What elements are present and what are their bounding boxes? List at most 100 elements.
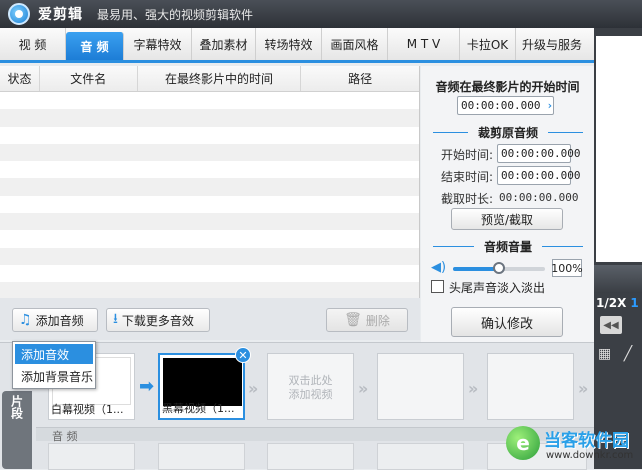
trim-end-input[interactable]: 00:00:00.000 <box>497 166 580 185</box>
title-bar: 爱剪辑 最易用、强大的视频剪辑软件 <box>0 0 642 28</box>
audio-track-slot[interactable] <box>377 443 464 470</box>
menu-item-add-background-music[interactable]: 添加背景音乐 <box>15 366 93 386</box>
preview-trim-button[interactable]: 预览/截取 <box>451 208 563 230</box>
volume-title-text: 音频音量 <box>484 240 533 254</box>
main-tab-bar: 视 频 音 频 字幕特效 叠加素材 转场特效 画面风格 M T V 卡拉OK 升… <box>0 28 594 63</box>
add-hint-line1: 双击此处 <box>288 374 333 387</box>
tab-karaoke[interactable]: 卡拉OK <box>460 28 516 60</box>
list-row[interactable] <box>0 265 419 282</box>
list-row[interactable] <box>0 161 419 178</box>
add-video-slot[interactable]: 双击此处 添加视频 <box>267 353 354 420</box>
preview-panel: 1/2X 1 ◀◀ ▦ ╱ <box>594 28 642 469</box>
delete-button[interactable]: 🗑 删除 <box>326 308 408 332</box>
list-row[interactable] <box>0 178 419 196</box>
chevron-right-icon[interactable]: › <box>546 99 553 112</box>
watermark-name: 当客软件园 <box>544 431 629 451</box>
start-time-title: 音频在最终影片的开始时间 <box>435 80 580 94</box>
list-row[interactable] <box>0 127 419 144</box>
site-watermark: e 当客软件园 www.downkr.com <box>506 424 640 469</box>
clip-caption: 白幕视频（1... <box>51 403 124 416</box>
add-video-hint: 双击此处 添加视频 <box>268 374 353 402</box>
download-more-sounds-button[interactable]: ⭳ 下载更多音效 <box>106 308 210 332</box>
close-icon[interactable]: ✕ <box>235 347 251 363</box>
double-chevron-icon: » <box>248 379 259 398</box>
tab-mtv[interactable]: M T V <box>388 28 460 60</box>
trim-section-title: 裁剪原音频 <box>433 124 584 141</box>
volume-section-title: 音频音量 <box>433 238 584 255</box>
tab-transitions[interactable]: 转场特效 <box>256 28 322 60</box>
toolbar-icons: ▦ ╱ <box>598 346 632 362</box>
duration-value: 00:00:00.000 <box>499 191 579 204</box>
trim-end-label: 结束时间: <box>441 170 494 184</box>
column-status[interactable]: 状态 <box>0 66 40 91</box>
audio-track-slot[interactable] <box>267 443 354 470</box>
confirm-changes-button[interactable]: 确认修改 <box>451 307 563 337</box>
watermark-url: www.downkr.com <box>546 450 634 461</box>
tab-upgrade-service[interactable]: 升级与服务 <box>516 28 588 60</box>
list-row[interactable] <box>0 213 419 231</box>
empty-clip-slot[interactable] <box>487 353 574 420</box>
menu-item-add-sound-effect[interactable]: 添加音效 <box>15 344 93 364</box>
download-icon: ⭳ <box>113 311 118 327</box>
speaker-icon: ◀) <box>431 260 447 275</box>
app-logo-icon <box>8 3 30 25</box>
audio-track-slot[interactable] <box>48 443 135 470</box>
app-slogan: 最易用、强大的视频剪辑软件 <box>97 7 254 22</box>
list-row[interactable] <box>0 230 419 247</box>
watermark-logo-icon: e <box>506 426 540 460</box>
new-icon[interactable]: ▦ <box>598 346 611 362</box>
trash-icon: 🗑 <box>344 312 362 328</box>
list-row[interactable] <box>0 109 419 127</box>
empty-clip-slot[interactable] <box>377 353 464 420</box>
double-chevron-icon: » <box>468 379 479 398</box>
add-audio-menu: 添加音效 添加背景音乐 <box>12 341 96 389</box>
clip-caption: 黑幕视频（1... <box>162 402 235 415</box>
list-row[interactable] <box>0 92 419 109</box>
volume-slider[interactable] <box>453 262 545 274</box>
clips-side-tab[interactable]: 片段 <box>2 391 32 469</box>
start-time-input[interactable]: 00:00:00.000 › <box>457 96 554 115</box>
tab-subtitle-effects[interactable]: 字幕特效 <box>124 28 192 60</box>
clip-thumbnail <box>163 358 242 406</box>
trim-start-input[interactable]: 00:00:00.000 <box>497 144 580 163</box>
double-chevron-icon: » <box>358 379 369 398</box>
audio-track-slot[interactable] <box>158 443 245 470</box>
tab-audio[interactable]: 音 频 <box>66 32 124 60</box>
column-filename[interactable]: 文件名 <box>40 66 138 91</box>
column-path[interactable]: 路径 <box>301 66 419 91</box>
volume-value-input[interactable]: 100% <box>551 259 583 277</box>
music-add-icon: ♫ <box>19 312 32 328</box>
tab-overlay[interactable]: 叠加素材 <box>192 28 256 60</box>
tab-picture-style[interactable]: 画面风格 <box>322 28 388 60</box>
add-audio-button[interactable]: ♫ 添加音频 <box>12 308 98 332</box>
timeline-clip[interactable]: 黑幕视频（1... ✕ <box>158 347 251 420</box>
preview-screen <box>596 36 642 262</box>
download-more-label: 下载更多音效 <box>121 313 194 328</box>
preview-progress-bar[interactable] <box>594 265 642 293</box>
list-row[interactable] <box>0 143 419 162</box>
cut-icon[interactable]: ╱ <box>624 346 632 362</box>
duration-label: 截取时长: <box>441 192 494 206</box>
double-chevron-icon: » <box>578 379 589 398</box>
audio-list: 状态 文件名 在最终影片中的时间 路径 <box>0 66 420 300</box>
trim-start-label: 开始时间: <box>441 148 494 162</box>
delete-label: 删除 <box>365 313 390 328</box>
list-row[interactable] <box>0 282 419 300</box>
playback-speed[interactable]: 1/2X 1 <box>596 296 639 310</box>
trim-title-text: 裁剪原音频 <box>478 126 539 140</box>
speed-label: 1/2X <box>596 296 627 310</box>
volume-slider-handle[interactable] <box>493 262 505 274</box>
add-audio-label: 添加音频 <box>35 313 84 328</box>
column-time-in-movie[interactable]: 在最终影片中的时间 <box>138 66 302 91</box>
rewind-button[interactable]: ◀◀ <box>600 316 622 334</box>
audio-list-header: 状态 文件名 在最终影片中的时间 路径 <box>0 66 419 92</box>
fade-checkbox[interactable] <box>431 280 444 293</box>
speed-label-secondary: 1 <box>630 296 639 310</box>
audio-settings-panel: 音频在最终影片的开始时间 00:00:00.000 › 裁剪原音频 开始时间: … <box>421 66 594 342</box>
list-row[interactable] <box>0 247 419 265</box>
fade-label[interactable]: 头尾声音淡入淡出 <box>449 279 545 296</box>
arrow-right-icon: ➡ <box>139 376 155 397</box>
list-row[interactable] <box>0 196 419 213</box>
app-name: 爱剪辑 <box>38 7 83 23</box>
tab-video[interactable]: 视 频 <box>0 28 66 60</box>
